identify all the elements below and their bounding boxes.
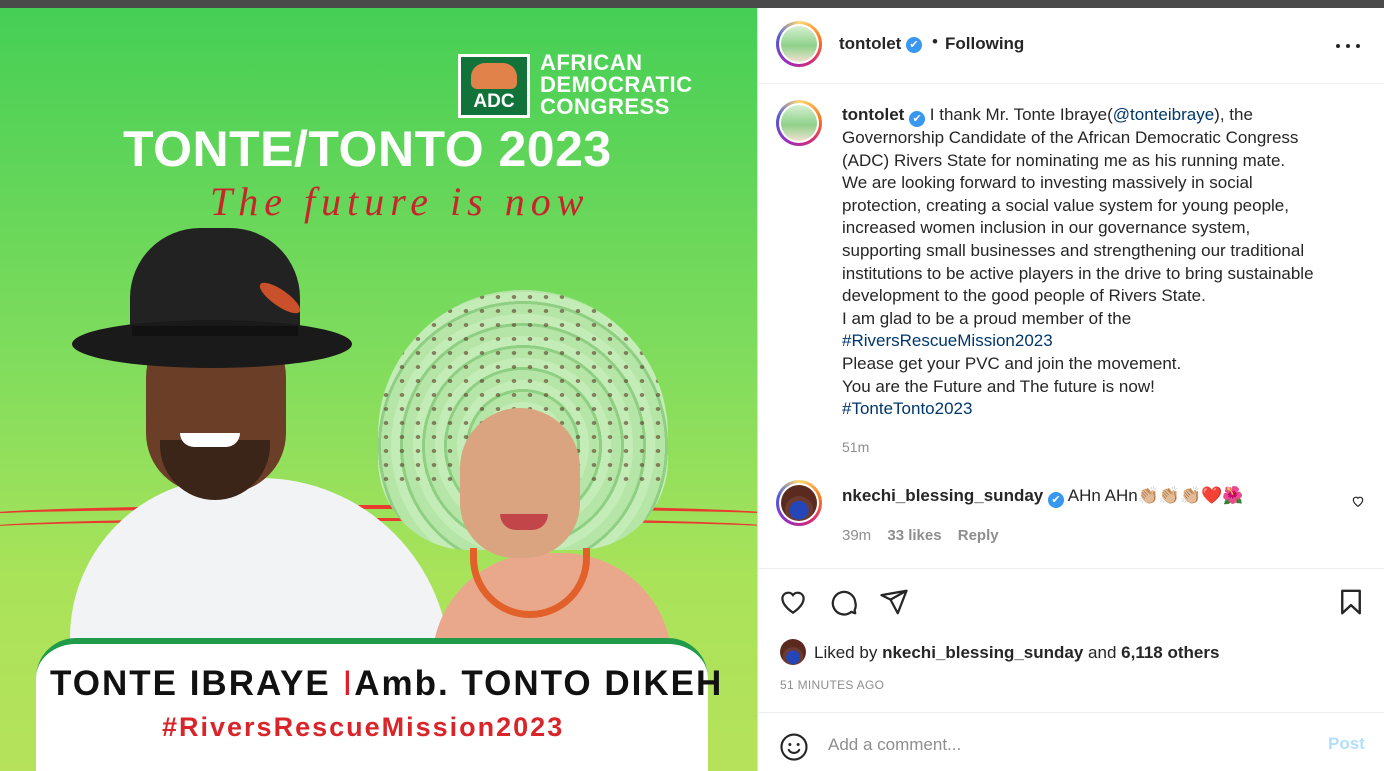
caption-username[interactable]: tontolet <box>842 105 904 124</box>
poster-hashtag: #RiversRescueMission2023 <box>162 712 565 742</box>
hashtag-link[interactable]: #TonteTonto2023 <box>842 398 1342 421</box>
browser-top-strip <box>0 0 1384 8</box>
commenter-username[interactable]: nkechi_blessing_sunday <box>842 486 1043 505</box>
poster-tagline: The future is now <box>210 179 590 224</box>
save-bookmark-icon[interactable] <box>1336 587 1366 617</box>
caption-time[interactable]: 51m <box>842 439 869 455</box>
post-image[interactable]: ADC AFRICAN DEMOCRATIC CONGRESS TONTE/TO… <box>0 8 757 771</box>
comment-text: AHn AHn👏🏼👏🏼👏🏼❤️🌺 <box>1067 486 1244 505</box>
action-bar <box>758 583 1384 623</box>
liked-by-summary: Liked by nkechi_blessing_sunday and 6,11… <box>780 639 1219 665</box>
candidate-names: TONTE IBRAYE IAmb. TONTO DIKEH <box>50 664 724 703</box>
hat-band <box>132 326 298 336</box>
poster-headline: TONTE/TONTO 2023 <box>123 121 612 177</box>
name-card <box>36 638 708 771</box>
hashtag-link[interactable]: #RiversRescueMission2023 <box>842 330 1342 353</box>
comments-section: tontolet ✔ I thank Mr. Tonte Ibraye(@ton… <box>758 84 1384 569</box>
commenter-avatar[interactable] <box>776 480 822 526</box>
comment-meta: 39m 33 likes Reply <box>842 527 999 544</box>
logo-text: ADC <box>473 91 515 112</box>
mention-link[interactable]: @tonteibraye <box>1113 105 1214 124</box>
add-comment-bar: Post <box>758 712 1384 771</box>
author-avatar[interactable] <box>776 21 822 67</box>
comment-bubble-icon[interactable] <box>829 587 859 617</box>
comment-input[interactable] <box>828 731 1268 759</box>
comment-item: nkechi_blessing_sunday ✔ AHn AHn👏🏼👏🏼👏🏼❤️… <box>758 480 1384 560</box>
party-name: AFRICAN DEMOCRATIC CONGRESS <box>540 50 693 119</box>
man-smile <box>180 433 240 447</box>
post-header: tontolet ✔ • Following <box>758 8 1384 84</box>
share-send-icon[interactable] <box>879 587 909 617</box>
liker-avatar[interactable] <box>780 639 806 665</box>
liker-username[interactable]: nkechi_blessing_sunday <box>882 643 1083 662</box>
caption-avatar[interactable] <box>776 100 822 146</box>
likes-count[interactable]: 6,118 others <box>1121 643 1219 662</box>
like-heart-icon[interactable] <box>778 587 808 617</box>
comment-likes[interactable]: 33 likes <box>887 527 941 544</box>
post-panel: tontolet ✔ • Following tontolet ✔ I than… <box>757 8 1384 771</box>
comment-body: nkechi_blessing_sunday ✔ AHn AHn👏🏼👏🏼👏🏼❤️… <box>842 486 1244 508</box>
more-options-icon[interactable] <box>1336 44 1360 50</box>
reply-button[interactable]: Reply <box>958 527 999 544</box>
verified-badge-icon: ✔ <box>906 37 922 53</box>
adc-logo: ADC <box>458 54 530 118</box>
handshake-icon <box>471 63 517 89</box>
caption-text: tontolet ✔ I thank Mr. Tonte Ibraye(@ton… <box>842 104 1342 421</box>
post-comment-button[interactable]: Post <box>1328 734 1365 754</box>
comment-like-icon[interactable] <box>1351 494 1365 508</box>
comment-time[interactable]: 39m <box>842 527 871 544</box>
following-button[interactable]: Following <box>945 34 1024 54</box>
woman-face <box>460 408 580 558</box>
post-timestamp[interactable]: 51 MINUTES AGO <box>780 678 884 692</box>
emoji-icon[interactable] <box>779 732 809 762</box>
verified-badge-icon: ✔ <box>909 111 926 127</box>
separator-dot: • <box>932 32 938 51</box>
verified-badge-icon: ✔ <box>1047 492 1064 508</box>
author-username[interactable]: tontolet <box>839 34 901 54</box>
